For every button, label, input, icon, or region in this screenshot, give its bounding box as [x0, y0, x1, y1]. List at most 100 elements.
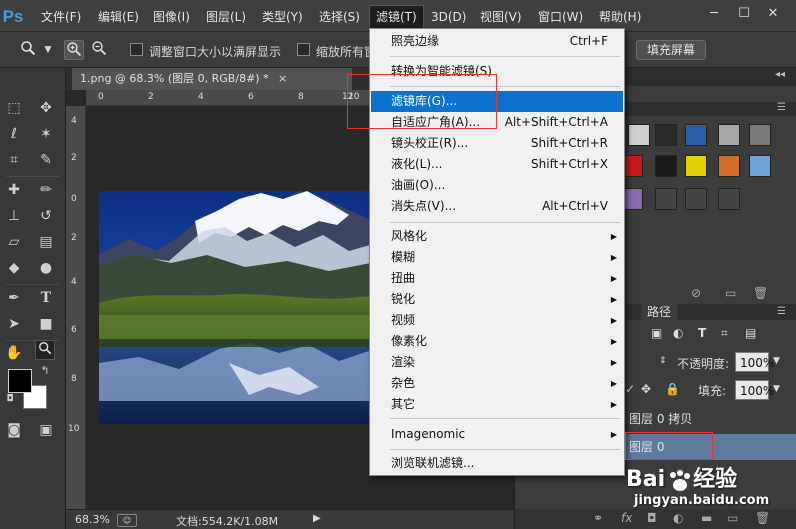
menu-help[interactable]: 帮助(H) [599, 7, 641, 27]
menu-item-blur[interactable]: 模糊 ▶ [371, 247, 623, 268]
link-layers-icon[interactable]: ⚭ [593, 511, 603, 525]
hand-tool-icon[interactable]: ✋ [4, 343, 24, 363]
zoom-all-checkbox[interactable] [297, 43, 310, 56]
swap-colors-icon[interactable]: ↰ [38, 364, 52, 378]
menu-item-video[interactable]: 视频 ▶ [371, 310, 623, 331]
lock-position-icon[interactable]: ✓ [625, 382, 635, 396]
panel-collapse-icon[interactable]: ◂◂ [775, 69, 785, 80]
menu-item-distort[interactable]: 扭曲 ▶ [371, 268, 623, 289]
clone-stamp-icon[interactable]: ⊥ [4, 206, 24, 226]
crop-tool-icon[interactable]: ⌗ [4, 150, 24, 170]
style-swatch[interactable] [685, 188, 707, 210]
zoom-tool-icon[interactable] [35, 340, 55, 360]
filter-pixel-icon[interactable]: ▣ [651, 326, 662, 340]
rectangle-tool-icon[interactable]: ■ [36, 314, 56, 334]
quick-mask-icon[interactable]: ◙ [4, 420, 24, 440]
style-swatch[interactable] [749, 155, 771, 177]
menu-item-vanishing-point[interactable]: 消失点(V)... Alt+Ctrl+V [371, 196, 623, 217]
maximize-button[interactable]: ☐ [733, 3, 755, 25]
status-menu-arrow-icon[interactable]: ▶ [313, 513, 321, 524]
style-swatch[interactable] [685, 155, 707, 177]
menu-item-stylize[interactable]: 风格化 ▶ [371, 226, 623, 247]
move-tool-icon[interactable]: ✥ [36, 98, 56, 118]
eraser-tool-icon[interactable]: ▱ [4, 232, 24, 252]
dodge-tool-icon[interactable]: ● [36, 258, 56, 278]
filter-smart-icon[interactable]: ▤ [745, 326, 756, 340]
fill-input[interactable]: 100% [735, 380, 774, 400]
new-group-icon[interactable]: ▬ [701, 511, 712, 525]
zoom-tool-icon[interactable] [18, 40, 38, 60]
fill-screen-button[interactable]: 填充屏幕 [636, 40, 707, 60]
layer-row[interactable]: 图层 0 拷贝 [625, 406, 796, 432]
style-swatch[interactable] [749, 124, 771, 146]
lasso-tool-icon[interactable]: ℓ [4, 124, 24, 144]
marquee-tool-icon[interactable]: ⬚ [4, 98, 24, 118]
no-style-icon[interactable]: ⊘ [691, 286, 701, 300]
screen-mode-icon[interactable]: ▣ [36, 420, 56, 440]
menu-type[interactable]: 类型(Y) [262, 7, 303, 27]
zoom-out-icon[interactable] [89, 40, 109, 60]
gradient-tool-icon[interactable]: ▤ [36, 232, 56, 252]
style-swatch[interactable] [718, 124, 740, 146]
type-tool-icon[interactable]: T [36, 288, 56, 308]
fill-dropdown-icon[interactable]: ▼ [773, 384, 780, 394]
tool-preset-arrow-icon[interactable]: ▼ [38, 40, 58, 60]
menu-item-sharpen[interactable]: 锐化 ▶ [371, 289, 623, 310]
adjustment-layer-icon[interactable]: ◐ [673, 511, 683, 525]
menu-item-other[interactable]: 其它 ▶ [371, 394, 623, 415]
filter-type-icon[interactable]: T [698, 326, 706, 340]
filter-adjustment-icon[interactable]: ◐ [673, 326, 683, 340]
new-layer-icon[interactable]: ▭ [727, 511, 738, 525]
menu-window[interactable]: 窗口(W) [538, 7, 583, 27]
menu-item-last-filter[interactable]: 照亮边缘 Ctrl+F [371, 31, 623, 52]
menu-item-browse-filters-online[interactable]: 浏览联机滤镜... [371, 453, 623, 474]
status-view-icon[interactable]: ☺ [117, 514, 137, 527]
menu-item-render[interactable]: 渲染 ▶ [371, 352, 623, 373]
style-swatch[interactable] [718, 155, 740, 177]
layer-effects-icon[interactable]: fx [621, 511, 632, 525]
opacity-dropdown-icon[interactable]: ▼ [773, 356, 780, 366]
panel-menu-icon[interactable]: ☰ [777, 102, 786, 113]
resize-windows-checkbox[interactable] [130, 43, 143, 56]
style-swatch[interactable] [685, 124, 707, 146]
close-button[interactable]: ✕ [762, 3, 784, 25]
document-tab[interactable]: 1.png @ 68.3% (图层 0, RGB/8#) * × [72, 68, 352, 90]
menu-item-noise[interactable]: 杂色 ▶ [371, 373, 623, 394]
lock-all-icon[interactable]: 🔒 [665, 382, 680, 396]
healing-brush-icon[interactable]: ✚ [4, 180, 24, 200]
add-mask-icon[interactable]: ◘ [647, 511, 657, 525]
style-swatch[interactable] [718, 188, 740, 210]
menu-item-lens-correction[interactable]: 镜头校正(R)... Shift+Ctrl+R [371, 133, 623, 154]
style-swatch[interactable] [628, 124, 650, 146]
lock-move-icon[interactable]: ✥ [641, 382, 651, 396]
menu-file[interactable]: 文件(F) [41, 7, 81, 27]
path-selection-icon[interactable]: ➤ [4, 314, 24, 334]
opacity-input[interactable]: 100% [735, 352, 774, 372]
menu-select[interactable]: 选择(S) [319, 7, 360, 27]
menu-image[interactable]: 图像(I) [153, 7, 190, 27]
document-image[interactable] [99, 191, 411, 424]
history-brush-icon[interactable]: ↺ [36, 206, 56, 226]
new-style-icon[interactable]: ▭ [725, 286, 736, 300]
tab-paths[interactable]: 路径 [641, 304, 678, 320]
style-swatch[interactable] [655, 155, 677, 177]
foreground-color-swatch[interactable] [8, 369, 32, 393]
brush-tool-icon[interactable]: ✏ [36, 180, 56, 200]
menu-view[interactable]: 视图(V) [480, 7, 522, 27]
filter-shape-icon[interactable]: ⌗ [721, 326, 728, 341]
delete-layer-icon[interactable]: 🗑 [755, 511, 770, 525]
zoom-level[interactable]: 68.3% [75, 513, 110, 526]
zoom-in-icon[interactable] [64, 40, 84, 60]
menu-item-oil-paint[interactable]: 油画(O)... [371, 175, 623, 196]
blend-mode-dropdown-icon[interactable]: ⇕ [659, 356, 667, 366]
eyedropper-icon[interactable]: ✎ [36, 150, 56, 170]
menu-3d[interactable]: 3D(D) [431, 7, 466, 27]
menu-filter[interactable]: 滤镜(T) [369, 5, 424, 29]
menu-layer[interactable]: 图层(L) [206, 7, 246, 27]
delete-style-icon[interactable]: 🗑 [753, 286, 768, 300]
layers-panel-menu-icon[interactable]: ☰ [777, 306, 786, 317]
style-swatch[interactable] [655, 124, 677, 146]
magic-wand-icon[interactable]: ✶ [36, 124, 56, 144]
minimize-button[interactable]: ─ [703, 3, 725, 25]
document-tab-close-icon[interactable]: × [278, 68, 287, 90]
